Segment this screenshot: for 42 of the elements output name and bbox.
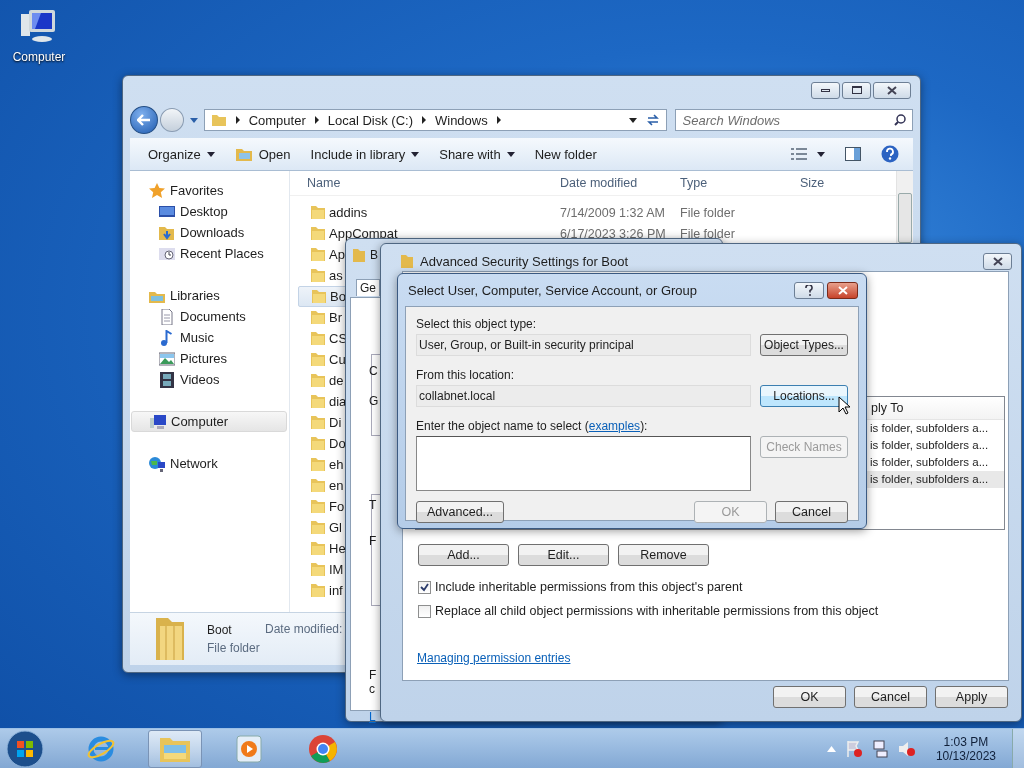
type-cell-text: File folder bbox=[680, 205, 736, 220]
checkbox-label: Replace all child object permissions with inheritable permissions from this object bbox=[435, 604, 879, 618]
field-label: Enter the object name to select (examples): bbox=[416, 419, 649, 433]
checkbox-label: Include inheritable permissions from this object's parent bbox=[435, 580, 743, 594]
label-fragment: L bbox=[369, 710, 376, 724]
label-fragment: T bbox=[369, 498, 377, 512]
window-title: Advanced Security Settings for Boot bbox=[420, 253, 629, 269]
item-type: File folder bbox=[207, 641, 261, 655]
location-field: collabnet.local bbox=[416, 385, 751, 407]
label-fragment: F bbox=[369, 668, 377, 682]
field-label: From this location: bbox=[416, 368, 516, 382]
item-name: Boot bbox=[207, 623, 233, 637]
file-name: Br bbox=[329, 310, 342, 325]
label-fragment: G bbox=[369, 394, 379, 408]
file-name: AppCompat bbox=[329, 226, 398, 241]
file-name: en bbox=[329, 478, 344, 493]
object-type-field: User, Group, or Built-in security principal bbox=[416, 334, 751, 356]
file-name: Bo bbox=[330, 289, 346, 304]
file-name: Fo bbox=[329, 499, 345, 514]
file-name: Ap bbox=[329, 247, 345, 262]
file-name: Di bbox=[329, 415, 342, 430]
file-name: Do bbox=[329, 436, 346, 451]
file-name: de bbox=[329, 373, 344, 388]
file-name: dia bbox=[329, 394, 347, 409]
file-name: as bbox=[329, 268, 343, 283]
window-title: Select User, Computer, Service Account, or Group bbox=[408, 282, 698, 298]
window-title: B bbox=[370, 248, 378, 262]
type-cell-text: File folder bbox=[680, 226, 736, 241]
file-name: inf bbox=[329, 583, 343, 598]
file-name: Gl bbox=[329, 520, 342, 535]
date-cell-text: 7/14/2009 1:32 AM bbox=[560, 205, 666, 220]
label-fragment: F bbox=[369, 534, 377, 548]
file-name: Cu bbox=[329, 352, 346, 367]
field-label: Date modified: bbox=[265, 622, 343, 636]
field-label: Select this object type: bbox=[416, 317, 538, 331]
file-name: eh bbox=[329, 457, 344, 472]
date-cell-text: 6/17/2023 3:26 PM bbox=[560, 226, 667, 241]
label-fragment: C bbox=[369, 364, 378, 378]
file-name: addins bbox=[329, 205, 368, 220]
file-name: He bbox=[329, 541, 346, 556]
file-name: IM bbox=[329, 562, 344, 577]
label-fragment: c bbox=[369, 682, 375, 696]
